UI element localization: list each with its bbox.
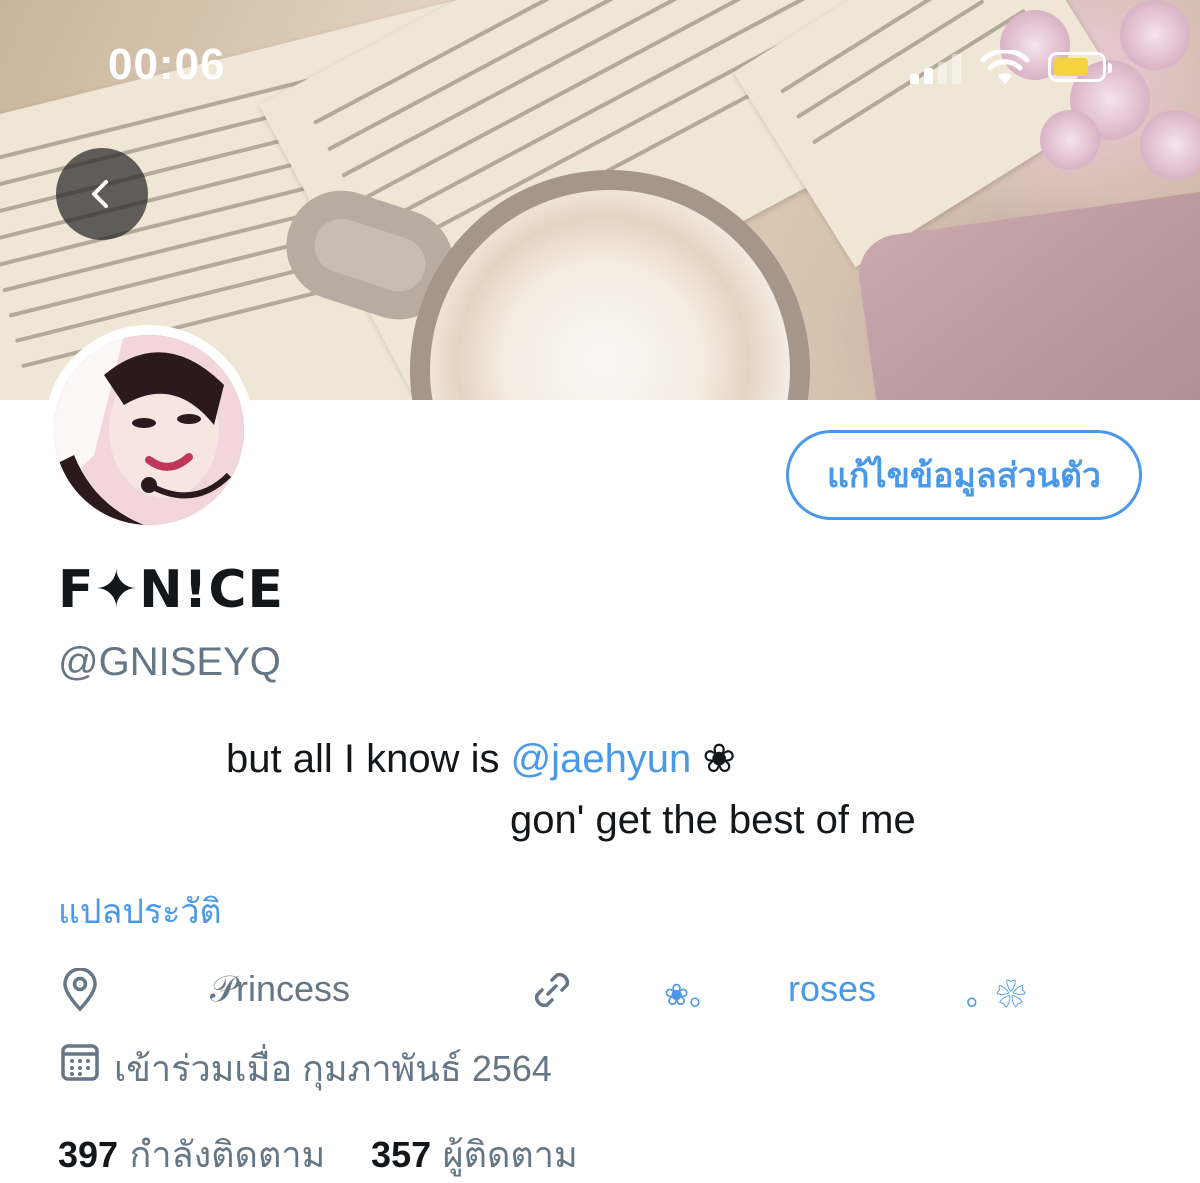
- bio-mention-link[interactable]: @jaehyun: [511, 737, 692, 781]
- location-text: 𝒫rincess: [210, 968, 350, 1009]
- link-icon: [534, 972, 570, 1008]
- status-time: 00:06: [108, 40, 226, 89]
- translate-bio-link[interactable]: แปลประวัติ: [58, 884, 222, 938]
- joined-row: เข้าร่วมเมื่อ กุมภาพันธ์ 2564: [58, 1038, 958, 1089]
- location-pin-icon: [63, 968, 97, 1012]
- bio-line-1: but all I know is @jaehyun ❀: [226, 736, 736, 782]
- bio-line-2: gon' get the best of me: [510, 798, 916, 842]
- display-name: F✦N!CE: [58, 560, 285, 620]
- cellular-signal-icon: [910, 54, 966, 84]
- followers-label: ผู้ติดตาม: [442, 1135, 578, 1176]
- calendar-icon: [61, 1044, 99, 1081]
- status-icons: [900, 48, 1120, 88]
- followers-count: 357: [371, 1134, 432, 1175]
- website-link-suffix[interactable]: 。❀: [966, 970, 1026, 1014]
- flower: [1040, 110, 1100, 170]
- flower: [1120, 0, 1190, 70]
- avatar-photo: [54, 335, 244, 525]
- avatar-illustration: [54, 335, 244, 525]
- joined-date: เข้าร่วมเมื่อ กุมภาพันธ์ 2564: [114, 1048, 552, 1089]
- back-button[interactable]: [56, 148, 148, 240]
- website-link[interactable]: roses: [788, 968, 876, 1010]
- following-count: 397: [58, 1134, 119, 1175]
- avatar[interactable]: [44, 325, 254, 535]
- flower: [1140, 110, 1200, 180]
- profile-meta-row: 𝒫rincess ❀。 roses 。❀: [58, 966, 1158, 1014]
- followers-link[interactable]: 357 ผู้ติดตาม: [371, 1134, 578, 1176]
- battery-icon: [1048, 52, 1112, 82]
- website-link-prefix[interactable]: ❀。: [664, 970, 719, 1014]
- edit-profile-button[interactable]: แก้ไขข้อมูลส่วนตัว: [786, 430, 1142, 520]
- bio-text: but all I know is: [226, 737, 511, 781]
- wifi-icon: [980, 50, 1030, 84]
- following-label: กำลังติดตาม: [129, 1135, 326, 1176]
- bio-text: ❀: [691, 737, 736, 781]
- following-link[interactable]: 397 กำลังติดตาม: [58, 1134, 326, 1176]
- chevron-left-icon: [92, 180, 108, 208]
- follow-counts: 397 กำลังติดตาม 357 ผู้ติดตาม: [58, 1126, 578, 1183]
- username-handle: @GNISEYQ: [58, 640, 281, 684]
